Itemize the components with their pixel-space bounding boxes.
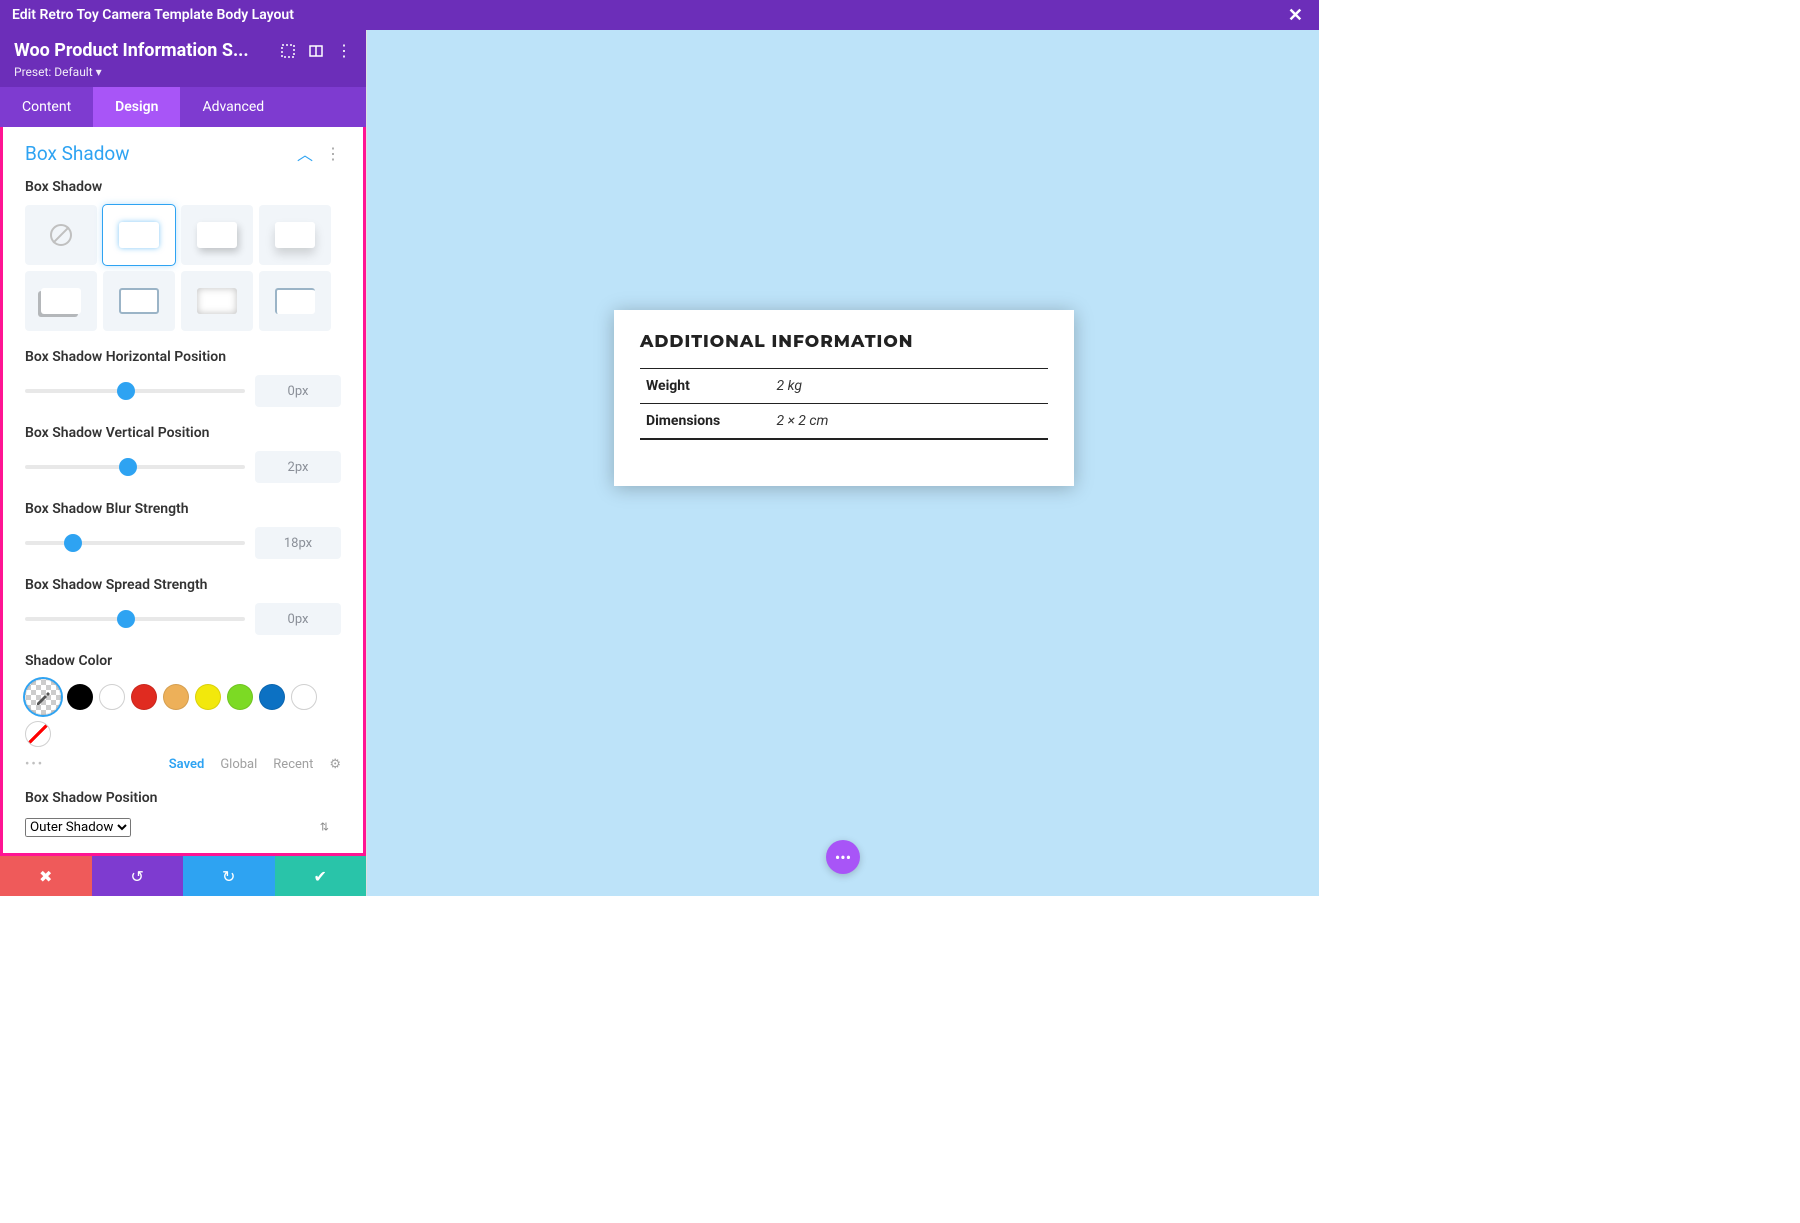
blur-strength-group: Box Shadow Blur Strength [3,497,363,573]
main-area: Woo Product Information S... ⋮ Preset: D… [0,30,1319,896]
horizontal-label: Box Shadow Horizontal Position [25,349,341,365]
chevron-up-icon[interactable]: ︿ [297,141,313,165]
swatch-red[interactable] [131,684,157,710]
save-button[interactable]: ✔ [275,856,367,896]
color-swatches [25,679,341,747]
color-tab-recent[interactable]: Recent [273,757,313,772]
close-icon[interactable]: ✕ [1284,5,1307,26]
swatch-green[interactable] [227,684,253,710]
shadow-position-group: Box Shadow Position Outer Shadow [3,786,363,851]
shadow-position-select[interactable]: Outer Shadow [25,818,131,837]
vertical-position-group: Box Shadow Vertical Position [3,421,363,497]
section-more-icon[interactable]: ⋮ [325,144,341,163]
tab-advanced[interactable]: Advanced [180,87,286,127]
blur-slider[interactable] [25,541,245,545]
module-title: Woo Product Information S... [14,40,280,61]
horizontal-position-group: Box Shadow Horizontal Position [3,345,363,421]
tab-design[interactable]: Design [93,87,180,127]
presets-label: Box Shadow [25,179,341,195]
shadow-presets-group: Box Shadow [3,175,363,345]
tab-content[interactable]: Content [0,87,93,127]
swatch-black[interactable] [67,684,93,710]
blur-label: Box Shadow Blur Strength [25,501,341,517]
more-icon[interactable]: ⋮ [336,43,352,59]
spread-label: Box Shadow Spread Strength [25,577,341,593]
spread-strength-group: Box Shadow Spread Strength [3,573,363,649]
blur-input[interactable] [255,527,341,559]
row-label: Weight [640,369,771,404]
shadow-preset-6[interactable] [181,271,253,331]
settings-sidebar: Woo Product Information S... ⋮ Preset: D… [0,30,367,896]
vertical-slider[interactable] [25,465,245,469]
cancel-button[interactable]: ✖ [0,856,92,896]
horizontal-input[interactable] [255,375,341,407]
shadow-color-group: Shadow Color ••• [3,649,363,786]
swatch-white-outline[interactable] [99,684,125,710]
shadow-preset-none[interactable] [25,205,97,265]
bottom-actions: ✖ ↺ ↻ ✔ [0,856,366,896]
vertical-input[interactable] [255,451,341,483]
module-header: Woo Product Information S... ⋮ Preset: D… [0,30,366,87]
window-titlebar: Edit Retro Toy Camera Template Body Layo… [0,0,1319,30]
undo-button[interactable]: ↺ [92,856,184,896]
redo-button[interactable]: ↻ [183,856,275,896]
spread-input[interactable] [255,603,341,635]
swatch-orange[interactable] [163,684,189,710]
color-tab-global[interactable]: Global [220,757,257,772]
swatch-yellow[interactable] [195,684,221,710]
settings-tabs: Content Design Advanced [0,87,366,127]
card-title: ADDITIONAL INFORMATION [640,332,1048,352]
horizontal-slider[interactable] [25,389,245,393]
none-icon [50,224,72,246]
product-info-card[interactable]: ADDITIONAL INFORMATION Weight 2 kg Dimen… [614,310,1074,486]
shadow-color-label: Shadow Color [25,653,341,669]
swatch-transparent[interactable] [25,721,51,747]
settings-scroll[interactable]: Box Shadow ︿ ⋮ Box Shadow [0,127,366,856]
shadow-preset-7[interactable] [259,271,331,331]
expand-icon[interactable] [280,43,296,59]
row-label: Dimensions [640,404,771,440]
shadow-preset-2[interactable] [181,205,253,265]
section-header[interactable]: Box Shadow ︿ ⋮ [3,127,363,175]
position-label: Box Shadow Position [25,790,341,806]
color-picker-swatch[interactable] [25,679,61,715]
info-table: Weight 2 kg Dimensions 2 × 2 cm [640,368,1048,440]
color-more-icon[interactable]: ••• [25,757,44,772]
fab-more-button[interactable]: ••• [826,840,860,874]
vertical-label: Box Shadow Vertical Position [25,425,341,441]
row-value: 2 × 2 cm [771,404,1048,440]
spread-slider[interactable] [25,617,245,621]
gear-icon[interactable]: ⚙ [329,757,341,772]
section-title: Box Shadow [25,142,130,165]
preview-canvas[interactable]: ADDITIONAL INFORMATION Weight 2 kg Dimen… [367,30,1319,896]
split-view-icon[interactable] [308,43,324,59]
shadow-preset-1[interactable] [103,205,175,265]
color-tab-saved[interactable]: Saved [169,757,205,772]
shadow-preset-3[interactable] [259,205,331,265]
shadow-preset-4[interactable] [25,271,97,331]
row-value: 2 kg [771,369,1048,404]
swatch-blue[interactable] [259,684,285,710]
shadow-preset-5[interactable] [103,271,175,331]
window-title: Edit Retro Toy Camera Template Body Layo… [12,7,294,23]
swatch-white[interactable] [291,684,317,710]
table-row: Weight 2 kg [640,369,1048,404]
table-row: Dimensions 2 × 2 cm [640,404,1048,440]
preset-selector[interactable]: Preset: Default ▾ [14,65,352,79]
